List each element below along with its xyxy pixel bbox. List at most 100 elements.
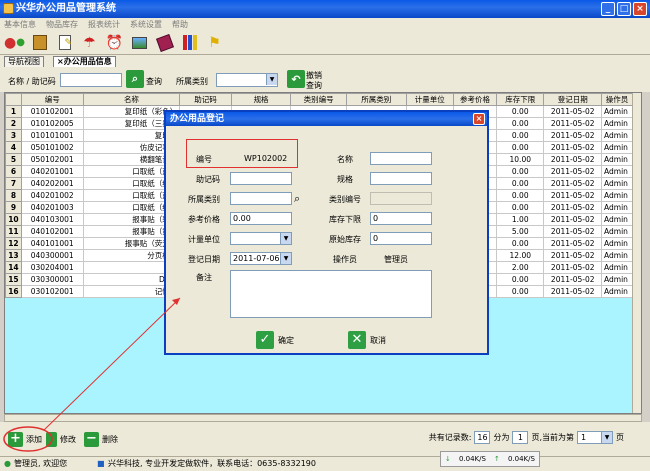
col-code[interactable]: 编号: [20, 93, 84, 106]
table-cell[interactable]: Admin: [601, 189, 633, 202]
mnemonic-input[interactable]: [230, 172, 292, 185]
table-cell[interactable]: Admin: [601, 213, 633, 226]
col-spec[interactable]: 规格: [230, 93, 292, 106]
picture-icon[interactable]: [129, 33, 150, 53]
table-cell[interactable]: 040103001: [20, 213, 84, 226]
menu-reports[interactable]: 报表统计: [88, 18, 120, 31]
table-cell[interactable]: 12: [5, 237, 22, 250]
search-button[interactable]: ⌕: [126, 70, 144, 88]
table-cell[interactable]: 010102001: [20, 105, 84, 118]
table-cell[interactable]: Admin: [601, 141, 633, 154]
table-cell[interactable]: 2011-05-02: [543, 237, 603, 250]
table-cell[interactable]: 10: [5, 213, 22, 226]
cabinet-icon[interactable]: [29, 33, 50, 53]
tab-navigation[interactable]: 导航视图: [4, 56, 44, 67]
minimize-button[interactable]: _: [601, 2, 615, 16]
table-cell[interactable]: 2: [5, 117, 22, 130]
category-input[interactable]: [230, 192, 292, 205]
table-cell[interactable]: 040300001: [20, 249, 84, 262]
tab-office-supplies[interactable]: ×办公用品信息: [53, 56, 116, 67]
close-button[interactable]: ×: [633, 2, 647, 16]
exit-person-icon[interactable]: ⚑: [204, 33, 225, 53]
table-cell[interactable]: Admin: [601, 225, 633, 238]
table-cell[interactable]: 040202001: [20, 177, 84, 190]
table-cell[interactable]: Admin: [601, 285, 633, 298]
menu-basic-info[interactable]: 基本信息: [4, 18, 36, 31]
add-button[interactable]: + 添加: [8, 430, 42, 448]
table-cell[interactable]: 040201001: [20, 165, 84, 178]
table-cell[interactable]: 010102005: [20, 117, 84, 130]
category-filter-select[interactable]: ▼: [216, 73, 278, 87]
table-cell[interactable]: 050102001: [20, 153, 84, 166]
table-cell[interactable]: 13: [5, 249, 22, 262]
name-filter-input[interactable]: [60, 73, 122, 87]
horizontal-scrollbar[interactable]: [4, 414, 642, 422]
table-cell[interactable]: 2011-05-02: [543, 189, 603, 202]
table-cell[interactable]: 050101002: [20, 141, 84, 154]
menu-settings[interactable]: 系统设置: [130, 18, 162, 31]
table-cell[interactable]: Admin: [601, 261, 633, 274]
table-cell[interactable]: 010101001: [20, 129, 84, 142]
table-cell[interactable]: Admin: [601, 165, 633, 178]
table-cell[interactable]: 040201002: [20, 189, 84, 202]
table-cell[interactable]: 040201003: [20, 201, 84, 214]
table-cell[interactable]: 14: [5, 261, 22, 274]
table-cell[interactable]: 3: [5, 129, 22, 142]
table-cell[interactable]: 2.00: [496, 261, 545, 274]
table-cell[interactable]: 1.00: [496, 213, 545, 226]
price-input[interactable]: 0.00: [230, 212, 292, 225]
spec-input[interactable]: [370, 172, 432, 185]
col-date[interactable]: 登记日期: [543, 93, 603, 106]
vertical-scrollbar[interactable]: [632, 93, 641, 413]
table-cell[interactable]: 0.00: [496, 105, 545, 118]
table-cell[interactable]: 12.00: [496, 249, 545, 262]
table-cell[interactable]: 0.00: [496, 177, 545, 190]
table-cell[interactable]: Admin: [601, 153, 633, 166]
table-cell[interactable]: Admin: [601, 129, 633, 142]
table-cell[interactable]: 11: [5, 225, 22, 238]
edit-button[interactable]: 修改: [46, 430, 76, 448]
table-cell[interactable]: Admin: [601, 117, 633, 130]
table-cell[interactable]: 2011-05-02: [543, 117, 603, 130]
table-cell[interactable]: 15: [5, 273, 22, 286]
table-cell[interactable]: 030102001: [20, 285, 84, 298]
col-name[interactable]: 名称: [82, 93, 181, 106]
books-icon[interactable]: [179, 33, 200, 53]
table-cell[interactable]: 2011-05-02: [543, 141, 603, 154]
table-cell[interactable]: Admin: [601, 273, 633, 286]
cancel-button[interactable]: ✕ 取消: [348, 330, 386, 350]
table-cell[interactable]: Admin: [601, 177, 633, 190]
umbrella-icon[interactable]: ☂: [79, 33, 100, 53]
table-cell[interactable]: Admin: [601, 201, 633, 214]
table-cell[interactable]: 2011-05-02: [543, 153, 603, 166]
table-cell[interactable]: 0.00: [496, 285, 545, 298]
table-cell[interactable]: 2011-05-02: [543, 225, 603, 238]
book-icon[interactable]: [154, 33, 175, 53]
reset-label-line2[interactable]: 查询: [306, 80, 322, 91]
maximize-button[interactable]: □: [617, 2, 631, 16]
delete-button[interactable]: − 删除: [84, 430, 118, 448]
alarm-clock-icon[interactable]: ⏰: [104, 33, 125, 53]
users-icon[interactable]: ● ●: [4, 33, 25, 53]
col-price[interactable]: 参考价格: [452, 93, 498, 106]
date-picker[interactable]: 2011-07-06 ▼: [230, 252, 292, 265]
table-cell[interactable]: 10.00: [496, 153, 545, 166]
table-cell[interactable]: 2011-05-02: [543, 177, 603, 190]
table-cell[interactable]: 16: [5, 285, 22, 298]
unit-select[interactable]: ▼: [230, 232, 292, 245]
table-cell[interactable]: 0.00: [496, 141, 545, 154]
table-cell[interactable]: Admin: [601, 105, 633, 118]
table-cell[interactable]: 8: [5, 189, 22, 202]
table-cell[interactable]: 0.00: [496, 117, 545, 130]
table-cell[interactable]: 7: [5, 177, 22, 190]
confirm-button[interactable]: ✓ 确定: [256, 330, 294, 350]
menu-inventory[interactable]: 物品库存: [46, 18, 78, 31]
stock-min-input[interactable]: 0: [370, 212, 432, 225]
table-cell[interactable]: 2011-05-02: [543, 273, 603, 286]
table-cell[interactable]: 2011-05-02: [543, 165, 603, 178]
table-cell[interactable]: 0.00: [496, 237, 545, 250]
name-input[interactable]: [370, 152, 432, 165]
table-cell[interactable]: 040102001: [20, 225, 84, 238]
table-cell[interactable]: 2011-05-02: [543, 285, 603, 298]
col-operator[interactable]: 操作员: [601, 93, 633, 106]
